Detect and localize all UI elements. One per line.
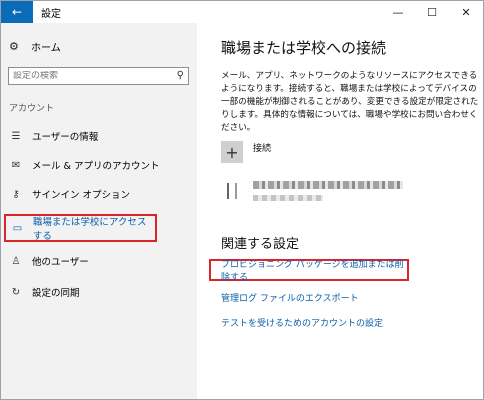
search-input[interactable] bbox=[9, 71, 169, 81]
close-button[interactable]: ✕ bbox=[449, 1, 483, 23]
sidebar-item-label: ユーザーの情報 bbox=[32, 132, 99, 143]
briefcase-icon: ▭ bbox=[12, 222, 23, 234]
person-icon: ♙ bbox=[11, 255, 21, 267]
home-label: ホーム bbox=[31, 43, 61, 54]
main-content: 職場または学校への接続 メール、アプリ、ネットワークのようなリソースにアクセスで… bbox=[197, 23, 483, 399]
back-button[interactable]: ← bbox=[1, 1, 33, 23]
title-bar: ← 設定 — ☐ ✕ bbox=[1, 1, 483, 23]
gear-icon: ⚙ bbox=[9, 40, 19, 53]
sidebar-item-your-info[interactable]: ☰ ユーザーの情報 bbox=[9, 129, 99, 144]
sidebar-item-label: サインイン オプション bbox=[32, 190, 131, 201]
sidebar-item-label: メール & アプリのアカウント bbox=[32, 161, 160, 172]
search-box: ⚲ bbox=[8, 67, 189, 85]
sidebar: ⚙ ホーム ⚲ アカウント ☰ ユーザーの情報 ✉ メール & アプリのアカウン… bbox=[1, 23, 197, 399]
minimize-button[interactable]: — bbox=[381, 1, 415, 23]
connect-label: 接続 bbox=[253, 143, 272, 154]
sidebar-item-email-accounts[interactable]: ✉ メール & アプリのアカウント bbox=[9, 158, 160, 173]
back-arrow-icon: ← bbox=[11, 5, 23, 19]
key-icon: ⚷ bbox=[12, 188, 20, 200]
provisioning-package-link[interactable]: プロビジョニング パッケージを追加または削除する bbox=[209, 259, 409, 283]
sidebar-item-other-users[interactable]: ♙ 他のユーザー bbox=[9, 254, 89, 269]
section-label-accounts: アカウント bbox=[9, 104, 55, 114]
window-title: 設定 bbox=[41, 8, 61, 20]
user-info-icon: ☰ bbox=[11, 130, 21, 142]
sidebar-item-access-work-school[interactable]: ▭ 職場または学校にアクセスする bbox=[4, 214, 157, 242]
close-icon: ✕ bbox=[461, 5, 471, 19]
sidebar-item-label: 設定の同期 bbox=[32, 288, 80, 299]
sidebar-item-label: 職場または学校にアクセスする bbox=[32, 217, 147, 242]
connected-account-item[interactable] bbox=[221, 179, 421, 205]
minimize-icon: — bbox=[392, 5, 404, 19]
test-account-setup-link[interactable]: テストを受けるためのアカウントの設定 bbox=[221, 316, 383, 329]
redacted-account-detail bbox=[253, 195, 323, 201]
sidebar-item-label: 他のユーザー bbox=[32, 257, 89, 268]
page-title: 職場または学校への接続 bbox=[221, 39, 387, 57]
redacted-account-name bbox=[253, 181, 403, 189]
sync-icon: ↻ bbox=[11, 286, 21, 298]
briefcase-icon bbox=[227, 183, 237, 199]
search-icon[interactable]: ⚲ bbox=[177, 70, 184, 81]
plus-icon: + bbox=[221, 141, 243, 163]
related-settings-heading: 関連する設定 bbox=[221, 237, 300, 252]
connect-button[interactable]: + 接続 bbox=[221, 141, 271, 163]
sidebar-item-sign-in-options[interactable]: ⚷ サインイン オプション bbox=[9, 187, 131, 202]
maximize-button[interactable]: ☐ bbox=[415, 1, 449, 23]
sidebar-item-home[interactable]: ⚙ ホーム bbox=[9, 39, 61, 54]
settings-window: ← 設定 — ☐ ✕ ⚙ ホーム ⚲ アカウント ☰ ユーザーの情報 ✉ メール… bbox=[0, 0, 484, 400]
window-controls: — ☐ ✕ bbox=[381, 1, 483, 23]
mail-icon: ✉ bbox=[11, 159, 21, 171]
sidebar-item-sync-settings[interactable]: ↻ 設定の同期 bbox=[9, 285, 80, 300]
maximize-icon: ☐ bbox=[427, 5, 437, 19]
page-description: メール、アプリ、ネットワークのようなリソースにアクセスできるようになります。接続… bbox=[221, 71, 479, 133]
export-management-log-link[interactable]: 管理ログ ファイルのエクスポート bbox=[221, 291, 359, 304]
